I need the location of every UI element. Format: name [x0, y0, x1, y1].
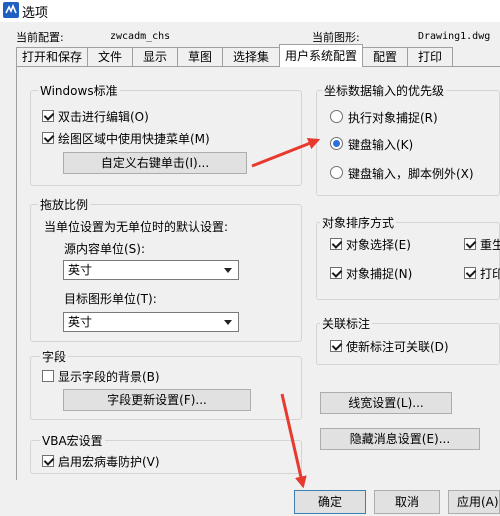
source-units-value: 英寸	[68, 263, 93, 277]
chevron-down-icon	[224, 320, 232, 325]
app-logo-icon	[3, 2, 19, 18]
object-sort-group	[316, 222, 500, 300]
field-update-settings-button[interactable]: 字段更新设置(F)...	[63, 389, 251, 411]
assoc-dim-title: 关联标注	[320, 315, 373, 332]
sort-regen-checkbox[interactable]	[464, 238, 476, 250]
vba-title: VBA宏设置	[40, 432, 105, 449]
field-title: 字段	[40, 348, 69, 365]
tab-display[interactable]: 显示	[132, 47, 178, 66]
target-units-select[interactable]: 英寸	[63, 312, 239, 332]
new-assoc-dim-label: 使新标注可关联(D)	[346, 340, 449, 354]
vba-virus-protect-checkbox[interactable]	[42, 455, 54, 467]
drag-scale-title: 拖放比例	[38, 196, 91, 213]
title-bar	[0, 0, 500, 22]
object-sort-title: 对象排序方式	[320, 214, 397, 231]
target-units-label: 目标图形单位(T):	[64, 292, 157, 306]
shortcut-menu-checkbox[interactable]	[42, 132, 54, 144]
tab-drafting[interactable]: 草图	[177, 47, 223, 66]
tab-user-preferences[interactable]: 用户系统配置	[279, 44, 363, 67]
windows-standard-title: Windows标准	[38, 82, 120, 99]
shortcut-menu-label: 绘图区域中使用快捷菜单(M)	[58, 132, 210, 146]
sort-regen-label: 重生	[480, 238, 500, 252]
custom-right-click-button[interactable]: 自定义右键单击(I)...	[63, 152, 247, 174]
vba-virus-protect-label: 启用宏病毒防护(V)	[58, 455, 160, 469]
sort-object-selection-label: 对象选择(E)	[346, 238, 411, 252]
field-background-checkbox[interactable]	[42, 370, 54, 382]
radio-keyboard-except-scripts[interactable]	[330, 166, 343, 179]
coord-priority-title: 坐标数据输入的优先级	[322, 82, 447, 99]
tab-files[interactable]: 文件	[87, 47, 133, 66]
new-assoc-dim-checkbox[interactable]	[330, 340, 342, 352]
tab-profiles[interactable]: 配置	[362, 47, 408, 66]
sort-object-selection-checkbox[interactable]	[330, 238, 342, 250]
sort-plot-checkbox[interactable]	[464, 267, 476, 279]
radio-keyboard-except-scripts-label: 键盘输入，脚本例外(X)	[348, 167, 474, 181]
cancel-button[interactable]: 取消	[374, 490, 440, 514]
hidden-message-settings-button[interactable]: 隐藏消息设置(E)...	[320, 428, 480, 450]
radio-object-snap[interactable]	[330, 110, 343, 123]
current-profile-value: zwcadm_chs	[110, 31, 171, 42]
lineweight-settings-button[interactable]: 线宽设置(L)...	[320, 392, 452, 414]
radio-object-snap-label: 执行对象捕捉(R)	[348, 111, 438, 125]
source-units-select[interactable]: 英寸	[63, 260, 239, 280]
tab-selection[interactable]: 选择集	[222, 47, 280, 66]
current-profile-label: 当前配置:	[16, 31, 64, 44]
sort-plot-label: 打印	[480, 267, 500, 281]
double-click-edit-label: 双击进行编辑(O)	[58, 110, 149, 124]
tab-open-save[interactable]: 打开和保存	[16, 47, 88, 66]
tab-plot[interactable]: 打印	[407, 47, 453, 66]
ok-button[interactable]: 确定	[294, 490, 366, 514]
double-click-edit-checkbox[interactable]	[42, 110, 54, 122]
chevron-down-icon	[224, 268, 232, 273]
field-background-label: 显示字段的背景(B)	[58, 370, 160, 384]
radio-keyboard-entry[interactable]	[330, 137, 343, 150]
drag-scale-description: 当单位设置为无单位时的默认设置:	[44, 220, 229, 234]
source-units-label: 源内容单位(S):	[64, 242, 146, 256]
sort-object-snap-checkbox[interactable]	[330, 267, 342, 279]
sort-object-snap-label: 对象捕捉(N)	[346, 267, 413, 281]
current-drawing-label: 当前图形:	[312, 31, 360, 44]
current-drawing-value: Drawing1.dwg	[418, 31, 491, 42]
target-units-value: 英寸	[68, 315, 93, 329]
window-title: 选项	[22, 6, 49, 21]
radio-keyboard-entry-label: 键盘输入(K)	[348, 138, 414, 152]
apply-button[interactable]: 应用(A)	[448, 490, 500, 514]
